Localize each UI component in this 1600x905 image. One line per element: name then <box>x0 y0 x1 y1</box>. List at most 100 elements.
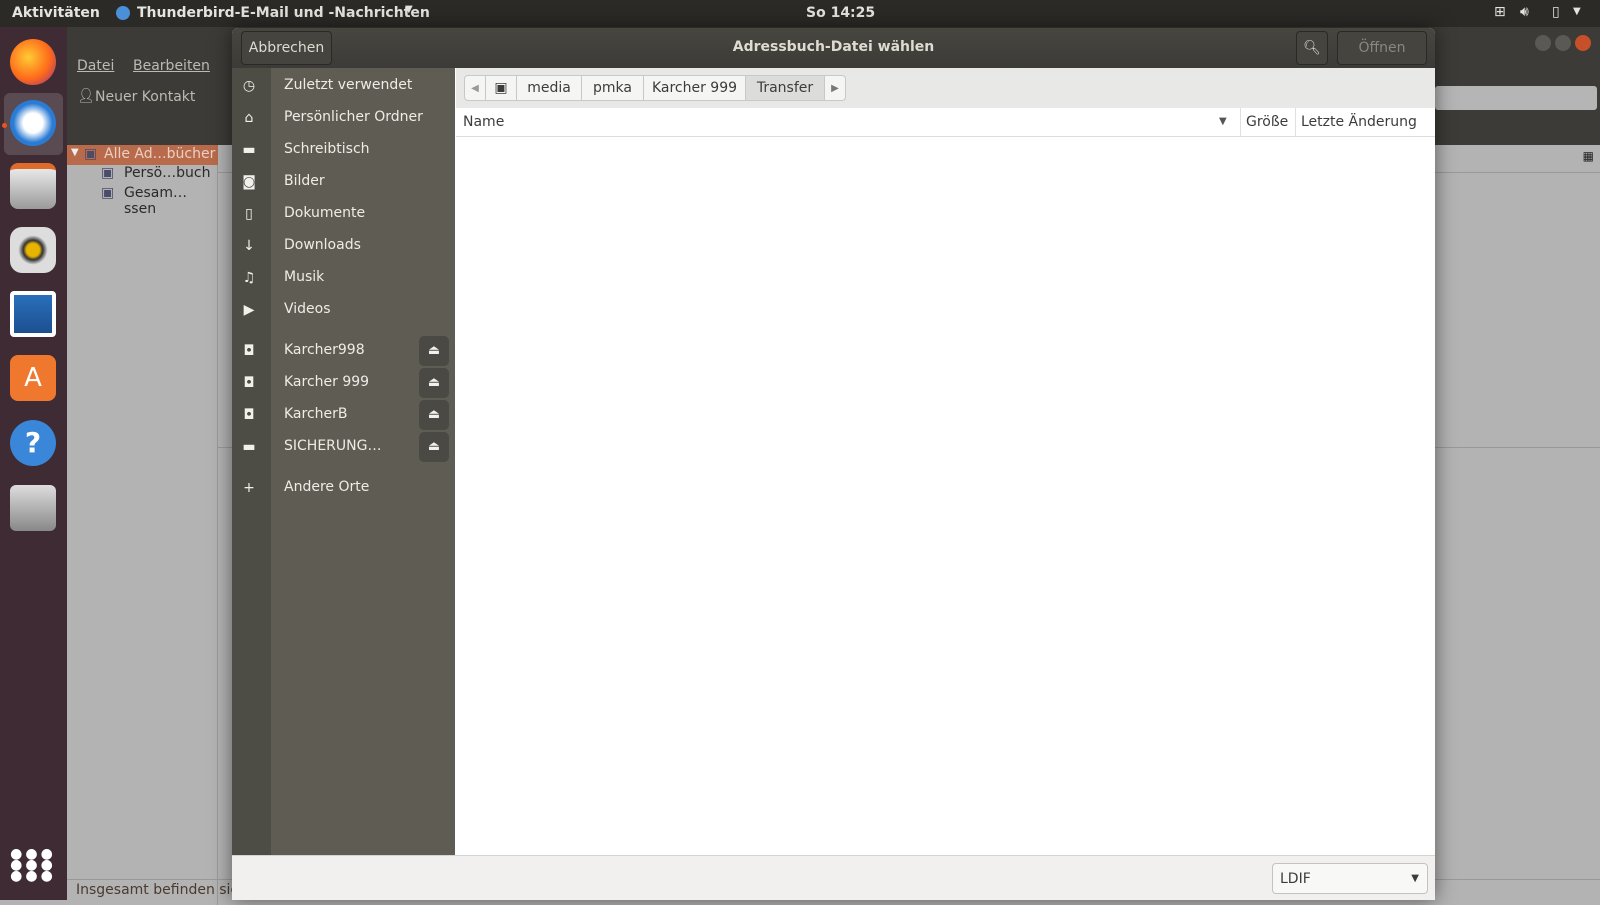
sidebar-item-label: Persönlicher Ordner <box>284 109 423 125</box>
tree-item-collected[interactable]: Gesam…ssen <box>124 185 217 217</box>
expand-icon[interactable]: ▼ <box>71 147 79 158</box>
dialog-footer: LDIF ▼ <box>232 855 1435 900</box>
plus-icon: + <box>243 480 255 496</box>
sidebar-item-other-locations[interactable]: + Andere Orte <box>232 473 455 503</box>
path-root-drive-button[interactable]: ▣ <box>485 75 517 101</box>
column-picker-icon[interactable]: ▦ <box>1583 149 1594 163</box>
address-book-icon: ▣ <box>101 185 115 201</box>
file-type-value: LDIF <box>1280 871 1311 887</box>
column-name[interactable]: Name <box>463 114 504 130</box>
drive-icon: ◘ <box>243 407 255 423</box>
battery-icon[interactable]: ▯ <box>1552 4 1560 20</box>
eject-icon[interactable]: ⏏ <box>419 336 449 366</box>
sidebar-item-home[interactable]: ⌂ Persönlicher Ordner <box>232 103 455 133</box>
path-crumb-pmka[interactable]: pmka <box>581 75 644 101</box>
volume-icon[interactable]: 🔊︎ <box>1520 4 1529 20</box>
search-icon: 🔍︎ <box>1303 40 1321 56</box>
file-type-dropdown[interactable]: LDIF ▼ <box>1272 863 1428 894</box>
address-book-icon: ▣ <box>101 165 115 181</box>
top-bar: Aktivitäten Thunderbird-E-Mail und -Nach… <box>0 0 1600 27</box>
column-size[interactable]: Größe <box>1246 114 1288 130</box>
document-icon: ▯ <box>245 206 253 222</box>
writer-icon[interactable] <box>10 291 56 337</box>
search-input[interactable] <box>1435 86 1597 110</box>
sidebar-item-recent[interactable]: ◷ Zuletzt verwendet <box>232 71 455 101</box>
help-icon[interactable]: ? <box>10 420 56 466</box>
sidebar-drive-karcher-999[interactable]: ◘ Karcher 999 ⏏ <box>232 368 455 398</box>
download-icon: ↓ <box>243 238 255 254</box>
sidebar-item-videos[interactable]: ▶ Videos <box>232 295 455 325</box>
sidebar-item-label: Musik <box>284 269 325 285</box>
path-scroll-right-button[interactable]: ▶ <box>824 75 846 101</box>
menu-bearbeiten[interactable]: Bearbeiten <box>133 58 210 74</box>
sidebar-item-desktop[interactable]: ▬ Schreibtisch <box>232 135 455 165</box>
column-modified[interactable]: Letzte Änderung <box>1301 114 1417 130</box>
dialog-header: Abbrechen Adressbuch-Datei wählen 🔍︎ Öff… <box>232 28 1435 68</box>
video-icon: ▶ <box>243 302 255 318</box>
sidebar-item-documents[interactable]: ▯ Dokumente <box>232 199 455 229</box>
open-button[interactable]: Öffnen <box>1337 31 1427 65</box>
path-crumb-media[interactable]: media <box>516 75 582 101</box>
search-button[interactable]: 🔍︎ <box>1296 31 1328 65</box>
software-icon[interactable]: A <box>10 355 56 401</box>
new-contact-button[interactable]: Neuer Kontakt <box>95 89 195 105</box>
app-grid-icon[interactable]: ●●● ●●● ●●● <box>10 847 56 895</box>
file-chooser-dialog: Abbrechen Adressbuch-Datei wählen 🔍︎ Öff… <box>232 28 1435 900</box>
column-separator <box>1295 108 1296 137</box>
home-icon: ⌂ <box>244 110 254 126</box>
sidebar-drive-karcher998[interactable]: ◘ Karcher998 ⏏ <box>232 336 455 366</box>
activities-button[interactable]: Aktivitäten <box>12 5 100 21</box>
harddisk-icon: ▬ <box>242 439 256 455</box>
sidebar-item-label: Karcher998 <box>284 342 365 358</box>
chevron-down-icon: ▼ <box>1411 873 1419 884</box>
sidebar-item-label: Andere Orte <box>284 479 370 495</box>
chevron-down-icon[interactable]: ▼ <box>405 4 413 15</box>
address-book-tree: ▼ ▣ Alle Ad…bücher ▣ Persö…buch ▣ Gesam…… <box>67 145 218 905</box>
files-icon[interactable] <box>10 163 56 209</box>
close-button[interactable] <box>1575 35 1591 51</box>
sidebar-item-label: Dokumente <box>284 205 366 221</box>
dialog-title: Adressbuch-Datei wählen <box>732 39 935 55</box>
sidebar-item-label: KarcherB <box>284 406 348 422</box>
camera-icon[interactable] <box>10 485 56 531</box>
app-menu[interactable]: Thunderbird-E-Mail und -Nachrichten <box>137 5 430 21</box>
tree-item-personal[interactable]: Persö…buch <box>124 165 211 181</box>
column-header: Name ▼ Größe Letzte Änderung <box>456 108 1435 137</box>
drive-icon: ▣ <box>494 80 508 96</box>
sidebar-item-label: Schreibtisch <box>284 141 370 157</box>
sort-descending-icon[interactable]: ▼ <box>1219 116 1227 127</box>
drive-icon: ◘ <box>243 343 255 359</box>
sidebar-item-label: Bilder <box>284 173 325 189</box>
drive-icon: ◘ <box>243 375 255 391</box>
dock: A ? ●●● ●●● ●●● <box>0 27 67 900</box>
sidebar-item-downloads[interactable]: ↓ Downloads <box>232 231 455 261</box>
network-icon[interactable]: ⊞ <box>1494 4 1506 20</box>
sidebar-drive-sicherung[interactable]: ▬ SICHERUNG… ⏏ <box>232 432 455 462</box>
eject-icon[interactable]: ⏏ <box>419 368 449 398</box>
path-crumb-karcher-999[interactable]: Karcher 999 <box>643 75 746 101</box>
file-list-area: ◀ ▣ media pmka Karcher 999 Transfer ▶ Na… <box>456 68 1435 855</box>
path-scroll-left-button[interactable]: ◀ <box>464 75 486 101</box>
rhythmbox-icon[interactable] <box>10 227 56 273</box>
thunderbird-app-icon <box>116 6 130 20</box>
sidebar-item-label: Karcher 999 <box>284 374 370 390</box>
address-book-icon: ▣ <box>84 146 98 162</box>
folder-icon: ▬ <box>242 142 256 158</box>
contact-icon: 👤︎ <box>77 88 95 104</box>
sidebar-drive-karcherb[interactable]: ◘ KarcherB ⏏ <box>232 400 455 430</box>
firefox-icon[interactable] <box>10 39 56 85</box>
maximize-button[interactable] <box>1555 35 1571 51</box>
sidebar-item-music[interactable]: ♫ Musik <box>232 263 455 293</box>
eject-icon[interactable]: ⏏ <box>419 400 449 430</box>
path-crumb-transfer[interactable]: Transfer <box>745 75 825 101</box>
thunderbird-icon[interactable] <box>10 100 56 146</box>
minimize-button[interactable] <box>1535 35 1551 51</box>
menu-datei[interactable]: Datei <box>77 58 114 74</box>
eject-icon[interactable]: ⏏ <box>419 432 449 462</box>
tree-item-all[interactable]: Alle Ad…bücher <box>104 146 215 162</box>
sidebar-item-pictures[interactable]: ◙ Bilder <box>232 167 455 197</box>
clock[interactable]: So 14:25 <box>806 5 875 21</box>
sidebar-item-label: SICHERUNG… <box>284 438 382 454</box>
system-menu-chevron-icon[interactable]: ▼ <box>1573 6 1581 17</box>
running-indicator <box>2 123 7 128</box>
